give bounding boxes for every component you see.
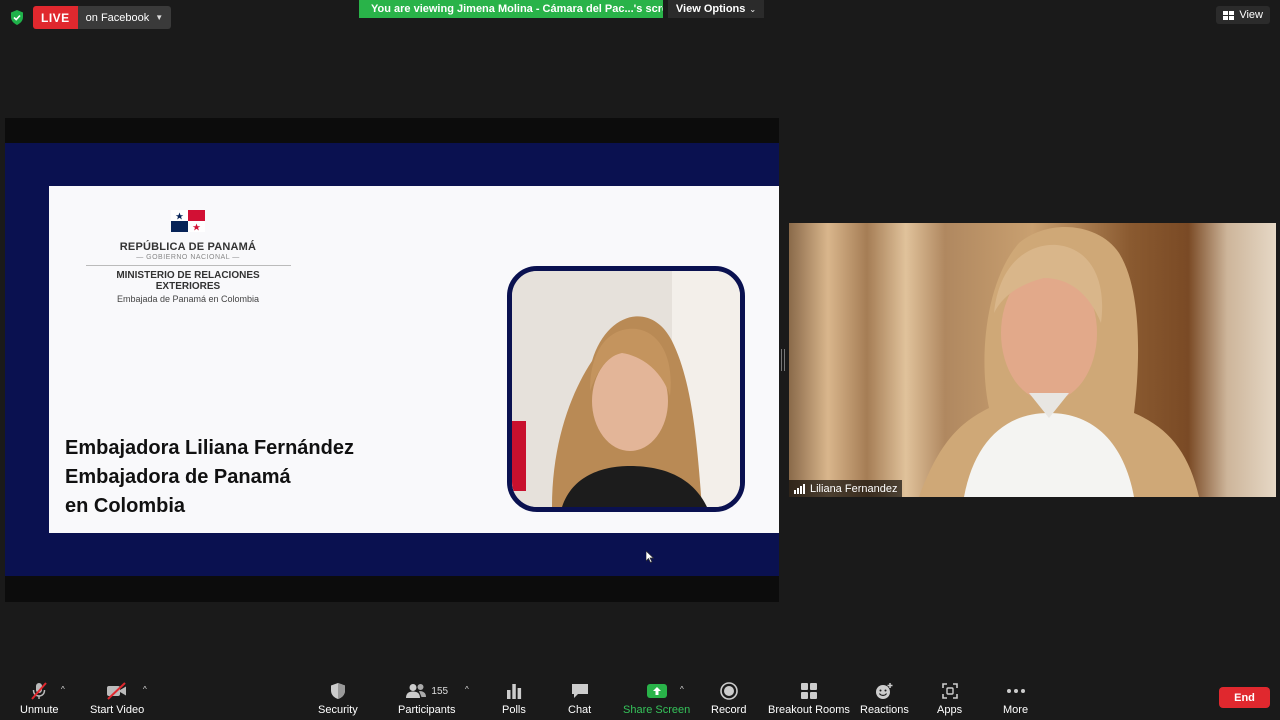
- chevron-down-icon: ⌄: [749, 4, 757, 14]
- slide-frame: REPÚBLICA DE PANAMÁ — GOBIERNO NACIONAL …: [5, 143, 779, 576]
- apps-label: Apps: [937, 704, 963, 716]
- reactions-icon: [876, 683, 893, 699]
- view-button-label: View: [1239, 9, 1263, 21]
- participants-options-caret[interactable]: ^: [465, 685, 469, 694]
- unmute-label: Unmute: [20, 704, 59, 716]
- polls-button[interactable]: Polls: [502, 680, 526, 716]
- apps-button[interactable]: Apps: [937, 680, 962, 716]
- shared-screen: REPÚBLICA DE PANAMÁ — GOBIERNO NACIONAL …: [5, 118, 779, 602]
- live-stream-indicator[interactable]: LIVE on Facebook ▼: [33, 6, 172, 29]
- participant-name: Liliana Fernandez: [810, 482, 898, 495]
- polls-icon: [506, 684, 522, 699]
- view-button[interactable]: View: [1216, 6, 1270, 24]
- slide-line-3: en Colombia: [65, 495, 186, 517]
- share-screen-icon: [646, 684, 667, 698]
- signal-bars-icon: [794, 483, 805, 494]
- portrait-illustration: [512, 271, 740, 507]
- mouse-cursor-icon: [646, 551, 654, 563]
- audio-options-caret[interactable]: ^: [61, 685, 65, 694]
- government-header: REPÚBLICA DE PANAMÁ — GOBIERNO NACIONAL …: [83, 202, 293, 304]
- security-shield-icon: [330, 683, 345, 699]
- panama-flag-icon: [171, 210, 205, 232]
- security-button[interactable]: Security: [318, 680, 358, 716]
- mic-muted-icon: [31, 682, 48, 700]
- reactions-button[interactable]: Reactions: [860, 680, 909, 716]
- slide-line-1: Embajadora Liliana Fernández: [65, 437, 354, 459]
- participant-video-feed: [789, 223, 1276, 497]
- reactions-label: Reactions: [860, 704, 909, 716]
- ministry-name: MINISTERIO DE RELACIONES EXTERIORES: [116, 270, 260, 292]
- participants-icon: [406, 684, 427, 698]
- slide-title: Embajadora Liliana Fernández Embajadora …: [65, 434, 354, 521]
- grid-view-icon: [1223, 10, 1235, 20]
- view-options-label: View Options: [675, 3, 746, 15]
- participants-count: 155: [431, 685, 449, 697]
- apps-icon: [941, 683, 958, 699]
- breakout-rooms-button[interactable]: Breakout Rooms: [768, 680, 850, 716]
- meeting-toolbar: Unmute ^ Start Video ^ Security 155 Part…: [0, 670, 1280, 720]
- breakout-rooms-icon: [800, 683, 817, 699]
- viewing-screen-banner: You are viewing Jimena Molina - Cámara d…: [359, 0, 663, 18]
- polls-label: Polls: [502, 704, 526, 716]
- participant-video-tile[interactable]: Liliana Fernandez: [789, 223, 1276, 497]
- unmute-button[interactable]: Unmute: [20, 680, 59, 716]
- record-label: Record: [711, 704, 747, 716]
- end-meeting-button[interactable]: End: [1219, 687, 1270, 708]
- presentation-slide: REPÚBLICA DE PANAMÁ — GOBIERNO NACIONAL …: [49, 186, 779, 533]
- record-icon: [719, 682, 738, 700]
- chat-button[interactable]: Chat: [568, 680, 591, 716]
- video-off-icon: [107, 682, 127, 700]
- record-button[interactable]: Record: [711, 680, 746, 716]
- participants-label: Participants: [398, 704, 456, 716]
- chat-icon: [571, 684, 588, 698]
- start-video-label: Start Video: [90, 704, 145, 716]
- divider: [85, 265, 291, 266]
- share-screen-label: Share Screen: [623, 704, 691, 716]
- participants-button[interactable]: 155 Participants: [398, 680, 455, 716]
- live-badge: LIVE: [33, 6, 78, 29]
- more-label: More: [1003, 704, 1029, 716]
- zoom-meeting-window: LIVE on Facebook ▼ You are viewing Jimen…: [0, 0, 1280, 720]
- more-button[interactable]: More: [1003, 680, 1028, 716]
- embassy-name: Embajada de Panamá en Colombia: [116, 294, 260, 304]
- viewing-banner-text: You are viewing Jimena Molina - Cámara d…: [371, 3, 663, 15]
- slide-line-2: Embajadora de Panamá: [65, 466, 291, 488]
- gov-subtitle: — GOBIERNO NACIONAL —: [136, 254, 240, 261]
- video-options-caret[interactable]: ^: [143, 685, 147, 694]
- start-video-button[interactable]: Start Video: [90, 680, 144, 716]
- security-label: Security: [318, 704, 358, 716]
- gov-title: REPÚBLICA DE PANAMÁ: [119, 241, 257, 253]
- chat-label: Chat: [568, 704, 592, 716]
- split-resize-handle[interactable]: [781, 349, 785, 371]
- caret-down-icon: ▼: [155, 13, 164, 22]
- participant-name-tag: Liliana Fernandez: [789, 480, 903, 497]
- live-target-dropdown[interactable]: on Facebook ▼: [77, 6, 172, 29]
- shield-check-icon[interactable]: [10, 10, 24, 25]
- ambassador-portrait: [507, 266, 745, 512]
- view-options-button[interactable]: View Options ⌄: [668, 0, 764, 18]
- more-icon: [1006, 689, 1025, 693]
- breakout-rooms-label: Breakout Rooms: [768, 704, 850, 716]
- share-options-caret[interactable]: ^: [680, 685, 684, 694]
- live-target-label: on Facebook: [85, 11, 150, 24]
